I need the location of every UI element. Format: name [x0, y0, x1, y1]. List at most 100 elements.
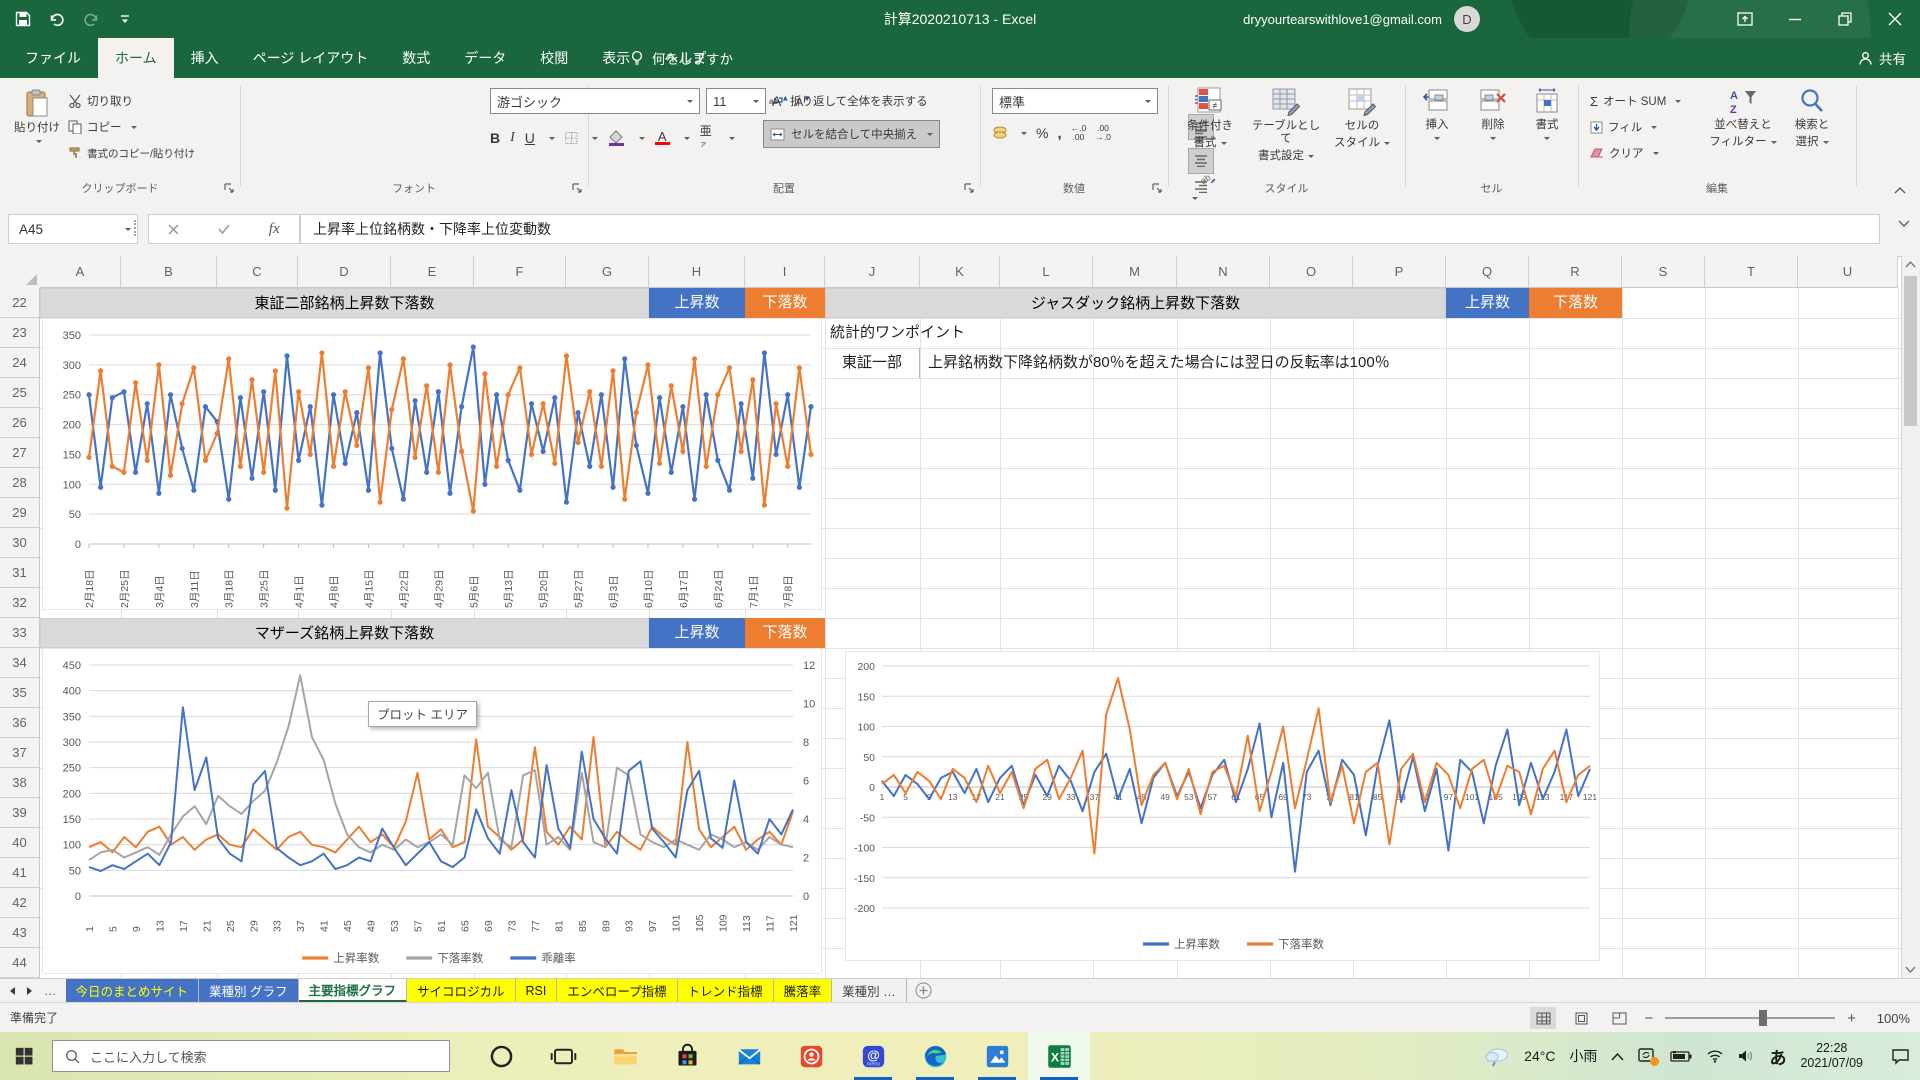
row-header-26[interactable]: 26	[0, 408, 40, 438]
note-title-cell[interactable]: 統計的ワンポイント	[830, 318, 1130, 348]
row-header-30[interactable]: 30	[0, 528, 40, 558]
minimize-button[interactable]	[1770, 0, 1820, 38]
bold-button[interactable]: B	[490, 130, 500, 146]
sheet-tab-エンベロープ指標[interactable]: エンベロープ指標	[557, 979, 677, 1002]
fill-button[interactable]: フィル	[1590, 114, 1710, 140]
vertical-scrollbar[interactable]	[1901, 256, 1920, 978]
chart-mothers[interactable]: 0501001502002503003504004500246810121591…	[42, 648, 822, 974]
row-header-44[interactable]: 44	[0, 948, 40, 978]
column-header-G[interactable]: G	[566, 256, 649, 288]
zoom-in-icon[interactable]: +	[1847, 1010, 1856, 1027]
row-header-28[interactable]: 28	[0, 468, 40, 498]
ribbon-tab-ホーム[interactable]: ホーム	[98, 38, 174, 78]
column-header-L[interactable]: L	[1000, 256, 1093, 288]
row-header-27[interactable]: 27	[0, 438, 40, 468]
paste-button[interactable]: 貼り付け	[10, 86, 64, 180]
row-header-32[interactable]: 32	[0, 588, 40, 618]
sync-status-icon[interactable]	[1638, 1048, 1656, 1064]
column-header-U[interactable]: U	[1798, 256, 1898, 288]
weather-desc[interactable]: 小雨	[1569, 1046, 1597, 1066]
collapse-ribbon-icon[interactable]	[1894, 186, 1906, 194]
zoom-out-icon[interactable]: −	[1644, 1010, 1653, 1027]
ribbon-tab-データ[interactable]: データ	[447, 38, 523, 78]
prev-sheet-icon[interactable]	[8, 986, 16, 996]
column-header-F[interactable]: F	[474, 256, 566, 288]
share-button[interactable]: 共有	[1858, 38, 1906, 78]
avatar[interactable]: D	[1454, 6, 1480, 32]
wrap-text-button[interactable]: ab 折り返して全体を表示する	[763, 88, 934, 114]
row-header-23[interactable]: 23	[0, 318, 40, 348]
mothers-up-button[interactable]: 上昇数	[649, 618, 745, 648]
autosum-button[interactable]: Σオート SUM	[1590, 88, 1710, 114]
comma-icon[interactable]: ,	[1057, 125, 1061, 142]
taskbar-app-mail[interactable]	[718, 1032, 780, 1080]
delete-cells-button[interactable]: 削除	[1467, 86, 1519, 178]
tosho2-up-button[interactable]: 上昇数	[649, 288, 745, 318]
column-header-I[interactable]: I	[745, 256, 825, 288]
cancel-icon[interactable]	[168, 224, 179, 235]
sheet-tab-騰落率[interactable]: 騰落率	[774, 979, 833, 1002]
jasdaq-down-button[interactable]: 下落数	[1529, 288, 1622, 318]
italic-button[interactable]: I	[510, 130, 515, 146]
conditional-formatting-button[interactable]: ≠ 条件付き 書式	[1174, 86, 1246, 178]
row-header-36[interactable]: 36	[0, 708, 40, 738]
ribbon-display-options-icon[interactable]	[1720, 0, 1770, 38]
chart-jasdaq[interactable]: -200-150-100-500501001502001591317212529…	[845, 651, 1600, 961]
column-header-E[interactable]: E	[391, 256, 474, 288]
clipboard-dialog-launcher-icon[interactable]	[224, 183, 236, 195]
sheet-tab-RSI[interactable]: RSI	[516, 979, 558, 1002]
sheet-tab-サイコロジカル[interactable]: サイコロジカル	[407, 979, 516, 1002]
column-header-A[interactable]: A	[40, 256, 121, 288]
column-header-B[interactable]: B	[121, 256, 217, 288]
currency-icon[interactable]	[992, 126, 1008, 140]
find-select-button[interactable]: 検索と 選択	[1780, 86, 1844, 178]
banner-mothers-title[interactable]: マザーズ銘柄上昇数下落数	[40, 618, 649, 648]
sheet-tab-今日のまとめサイト[interactable]: 今日のまとめサイト	[66, 979, 200, 1002]
column-headers[interactable]: ABCDEFGHIJKLMNOPQRSTU	[40, 256, 1898, 288]
copy-button[interactable]: コピー	[68, 114, 236, 140]
action-center-icon[interactable]	[1891, 1048, 1910, 1065]
column-header-K[interactable]: K	[920, 256, 1000, 288]
row-header-43[interactable]: 43	[0, 918, 40, 948]
row-header-35[interactable]: 35	[0, 678, 40, 708]
enter-icon[interactable]	[218, 224, 230, 234]
wifi-icon[interactable]	[1706, 1049, 1724, 1063]
close-button[interactable]	[1870, 0, 1920, 38]
name-box[interactable]: A45	[8, 214, 138, 244]
alignment-dialog-launcher-icon[interactable]	[964, 183, 976, 195]
taskbar-app-excel[interactable]: X	[1028, 1032, 1090, 1080]
expand-formula-bar-icon[interactable]	[1898, 220, 1910, 228]
row-header-38[interactable]: 38	[0, 768, 40, 798]
new-sheet-button[interactable]	[915, 979, 932, 1002]
start-button[interactable]	[0, 1032, 48, 1080]
taskbar-app-at-menu[interactable]: @menu	[842, 1032, 904, 1080]
merge-center-button[interactable]: セルを結合して中央揃え	[763, 120, 940, 148]
decrease-decimal-icon[interactable]: .00→.0	[1095, 124, 1111, 142]
row-header-22[interactable]: 22	[0, 288, 40, 318]
weather-icon[interactable]	[1484, 1045, 1510, 1067]
page-layout-view-icon[interactable]	[1568, 1007, 1594, 1029]
format-cells-button[interactable]: 書式	[1521, 86, 1573, 178]
tosho2-down-button[interactable]: 下落数	[745, 288, 825, 318]
row-header-41[interactable]: 41	[0, 858, 40, 888]
format-as-table-button[interactable]: テーブルとして 書式設定	[1250, 86, 1322, 178]
zoom-level[interactable]: 100%	[1868, 1011, 1910, 1026]
increase-decimal-icon[interactable]: ←.0.00	[1071, 124, 1087, 142]
ime-indicator[interactable]: あ	[1769, 1044, 1786, 1069]
restore-button[interactable]	[1820, 0, 1870, 38]
ribbon-tab-校閲[interactable]: 校閲	[523, 38, 585, 78]
column-header-J[interactable]: J	[825, 256, 920, 288]
page-break-view-icon[interactable]	[1606, 1007, 1632, 1029]
ribbon-tab-数式[interactable]: 数式	[385, 38, 447, 78]
mothers-down-button[interactable]: 下落数	[745, 618, 825, 648]
chart-tosho2[interactable]: 0501001502002503003502月18日2月25日3月4日3月11日…	[42, 318, 822, 610]
number-dialog-launcher-icon[interactable]	[1152, 183, 1164, 195]
formula-input[interactable]: 上昇率上位銘柄数・下降率上位変動数	[300, 214, 1880, 244]
hidden-icons-chevron-icon[interactable]	[1611, 1052, 1624, 1061]
next-sheet-icon[interactable]	[26, 986, 34, 996]
zoom-slider[interactable]	[1665, 1017, 1835, 1019]
percent-icon[interactable]: %	[1036, 125, 1048, 141]
column-header-D[interactable]: D	[298, 256, 391, 288]
cut-button[interactable]: 切り取り	[68, 88, 236, 114]
row-headers[interactable]: 2223242526272829303132333435363738394041…	[0, 288, 40, 978]
